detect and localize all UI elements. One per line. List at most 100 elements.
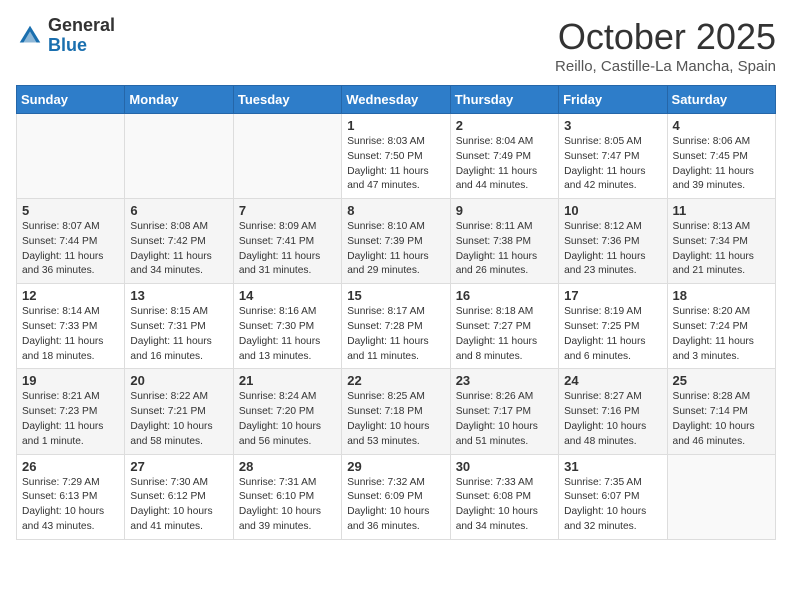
weekday-header: Monday: [125, 86, 233, 114]
calendar-cell: 14 Sunrise: 8:16 AM Sunset: 7:30 PM Dayli…: [233, 284, 341, 369]
calendar-cell: 11 Sunrise: 8:13 AM Sunset: 7:34 PM Dayli…: [667, 199, 775, 284]
day-number: 14: [239, 288, 336, 303]
calendar-cell: 23 Sunrise: 8:26 AM Sunset: 7:17 PM Dayli…: [450, 369, 558, 454]
day-info: Sunrise: 8:27 AM Sunset: 7:16 PM Dayligh…: [564, 390, 661, 449]
day-number: 11: [673, 203, 770, 218]
calendar-cell: 20 Sunrise: 8:22 AM Sunset: 7:21 PM Dayli…: [125, 369, 233, 454]
day-number: 17: [564, 288, 661, 303]
calendar-week-row: 12 Sunrise: 8:14 AM Sunset: 7:33 PM Dayli…: [17, 284, 776, 369]
logo-icon: [16, 22, 44, 50]
day-number: 13: [130, 288, 227, 303]
logo-blue: Blue: [48, 36, 115, 56]
day-info: Sunrise: 8:04 AM Sunset: 7:49 PM Dayligh…: [456, 135, 553, 194]
day-info: Sunrise: 8:25 AM Sunset: 7:18 PM Dayligh…: [347, 390, 444, 449]
day-info: Sunrise: 8:24 AM Sunset: 7:20 PM Dayligh…: [239, 390, 336, 449]
calendar-cell: 1Sunrise: 8:03 AM Sunset: 7:50 PM Daylig…: [342, 114, 450, 199]
day-number: 16: [456, 288, 553, 303]
location: Reillo, Castille-La Mancha, Spain: [555, 58, 776, 75]
day-info: Sunrise: 8:16 AM Sunset: 7:30 PM Dayligh…: [239, 305, 336, 364]
day-number: 3: [564, 118, 661, 133]
day-number: 25: [673, 373, 770, 388]
calendar-cell: 2Sunrise: 8:04 AM Sunset: 7:49 PM Daylig…: [450, 114, 558, 199]
day-info: Sunrise: 7:33 AM Sunset: 6:08 PM Dayligh…: [456, 476, 553, 535]
calendar-cell: 10Sunrise: 8:12 AM Sunset: 7:36 PM Dayli…: [559, 199, 667, 284]
day-number: 28: [239, 459, 336, 474]
calendar-cell: 6Sunrise: 8:08 AM Sunset: 7:42 PM Daylig…: [125, 199, 233, 284]
calendar-week-row: 1Sunrise: 8:03 AM Sunset: 7:50 PM Daylig…: [17, 114, 776, 199]
calendar-cell: 4 Sunrise: 8:06 AM Sunset: 7:45 PM Daylig…: [667, 114, 775, 199]
day-info: Sunrise: 8:28 AM Sunset: 7:14 PM Dayligh…: [673, 390, 770, 449]
day-info: Sunrise: 8:19 AM Sunset: 7:25 PM Dayligh…: [564, 305, 661, 364]
day-info: Sunrise: 8:03 AM Sunset: 7:50 PM Dayligh…: [347, 135, 444, 194]
day-info: Sunrise: 8:14 AM Sunset: 7:33 PM Dayligh…: [22, 305, 119, 364]
day-info: Sunrise: 8:11 AM Sunset: 7:38 PM Dayligh…: [456, 220, 553, 279]
day-info: Sunrise: 8:26 AM Sunset: 7:17 PM Dayligh…: [456, 390, 553, 449]
day-info: Sunrise: 7:32 AM Sunset: 6:09 PM Dayligh…: [347, 476, 444, 535]
calendar-cell: 22 Sunrise: 8:25 AM Sunset: 7:18 PM Dayli…: [342, 369, 450, 454]
day-info: Sunrise: 8:07 AM Sunset: 7:44 PM Dayligh…: [22, 220, 119, 279]
calendar-cell: 28Sunrise: 7:31 AM Sunset: 6:10 PM Dayli…: [233, 454, 341, 539]
calendar-cell: 7 Sunrise: 8:09 AM Sunset: 7:41 PM Daylig…: [233, 199, 341, 284]
calendar-week-row: 19 Sunrise: 8:21 AM Sunset: 7:23 PM Dayli…: [17, 369, 776, 454]
calendar-cell: 12 Sunrise: 8:14 AM Sunset: 7:33 PM Dayli…: [17, 284, 125, 369]
calendar-cell: 9Sunrise: 8:11 AM Sunset: 7:38 PM Daylig…: [450, 199, 558, 284]
calendar-cell: 26Sunrise: 7:29 AM Sunset: 6:13 PM Dayli…: [17, 454, 125, 539]
day-info: Sunrise: 7:29 AM Sunset: 6:13 PM Dayligh…: [22, 476, 119, 535]
day-info: Sunrise: 8:09 AM Sunset: 7:41 PM Dayligh…: [239, 220, 336, 279]
weekday-header: Sunday: [17, 86, 125, 114]
day-number: 27: [130, 459, 227, 474]
day-info: Sunrise: 8:10 AM Sunset: 7:39 PM Dayligh…: [347, 220, 444, 279]
day-info: Sunrise: 7:30 AM Sunset: 6:12 PM Dayligh…: [130, 476, 227, 535]
day-info: Sunrise: 7:35 AM Sunset: 6:07 PM Dayligh…: [564, 476, 661, 535]
day-number: 12: [22, 288, 119, 303]
day-number: 8: [347, 203, 444, 218]
calendar-cell: 18 Sunrise: 8:20 AM Sunset: 7:24 PM Dayli…: [667, 284, 775, 369]
logo: General Blue: [16, 16, 115, 56]
weekday-header: Wednesday: [342, 86, 450, 114]
day-info: Sunrise: 8:18 AM Sunset: 7:27 PM Dayligh…: [456, 305, 553, 364]
calendar-cell: [667, 454, 775, 539]
day-number: 29: [347, 459, 444, 474]
day-info: Sunrise: 8:06 AM Sunset: 7:45 PM Dayligh…: [673, 135, 770, 194]
title-section: October 2025 Reillo, Castille-La Mancha,…: [555, 16, 776, 75]
day-info: Sunrise: 8:20 AM Sunset: 7:24 PM Dayligh…: [673, 305, 770, 364]
calendar-cell: 16 Sunrise: 8:18 AM Sunset: 7:27 PM Dayli…: [450, 284, 558, 369]
calendar-cell: 19 Sunrise: 8:21 AM Sunset: 7:23 PM Dayli…: [17, 369, 125, 454]
day-info: Sunrise: 8:13 AM Sunset: 7:34 PM Dayligh…: [673, 220, 770, 279]
day-number: 6: [130, 203, 227, 218]
calendar-cell: 25 Sunrise: 8:28 AM Sunset: 7:14 PM Dayli…: [667, 369, 775, 454]
weekday-header-row: SundayMondayTuesdayWednesdayThursdayFrid…: [17, 86, 776, 114]
day-info: Sunrise: 8:22 AM Sunset: 7:21 PM Dayligh…: [130, 390, 227, 449]
day-number: 18: [673, 288, 770, 303]
logo-text: General Blue: [48, 16, 115, 56]
day-number: 23: [456, 373, 553, 388]
calendar-cell: 3 Sunrise: 8:05 AM Sunset: 7:47 PM Daylig…: [559, 114, 667, 199]
calendar-cell: 13Sunrise: 8:15 AM Sunset: 7:31 PM Dayli…: [125, 284, 233, 369]
month-title: October 2025: [555, 16, 776, 58]
calendar-table: SundayMondayTuesdayWednesdayThursdayFrid…: [16, 85, 776, 540]
day-number: 15: [347, 288, 444, 303]
day-number: 30: [456, 459, 553, 474]
day-number: 19: [22, 373, 119, 388]
day-number: 31: [564, 459, 661, 474]
day-info: Sunrise: 8:12 AM Sunset: 7:36 PM Dayligh…: [564, 220, 661, 279]
calendar-cell: 30 Sunrise: 7:33 AM Sunset: 6:08 PM Dayli…: [450, 454, 558, 539]
calendar-cell: 29 Sunrise: 7:32 AM Sunset: 6:09 PM Dayli…: [342, 454, 450, 539]
day-number: 20: [130, 373, 227, 388]
day-info: Sunrise: 8:21 AM Sunset: 7:23 PM Dayligh…: [22, 390, 119, 449]
day-info: Sunrise: 8:17 AM Sunset: 7:28 PM Dayligh…: [347, 305, 444, 364]
day-number: 5: [22, 203, 119, 218]
calendar-cell: 15 Sunrise: 8:17 AM Sunset: 7:28 PM Dayli…: [342, 284, 450, 369]
weekday-header: Saturday: [667, 86, 775, 114]
weekday-header: Friday: [559, 86, 667, 114]
day-info: Sunrise: 8:05 AM Sunset: 7:47 PM Dayligh…: [564, 135, 661, 194]
day-number: 7: [239, 203, 336, 218]
calendar-week-row: 5 Sunrise: 8:07 AM Sunset: 7:44 PM Daylig…: [17, 199, 776, 284]
day-number: 22: [347, 373, 444, 388]
calendar-cell: 27 Sunrise: 7:30 AM Sunset: 6:12 PM Dayli…: [125, 454, 233, 539]
day-number: 4: [673, 118, 770, 133]
weekday-header: Tuesday: [233, 86, 341, 114]
weekday-header: Thursday: [450, 86, 558, 114]
calendar-week-row: 26Sunrise: 7:29 AM Sunset: 6:13 PM Dayli…: [17, 454, 776, 539]
calendar-cell: 31 Sunrise: 7:35 AM Sunset: 6:07 PM Dayli…: [559, 454, 667, 539]
